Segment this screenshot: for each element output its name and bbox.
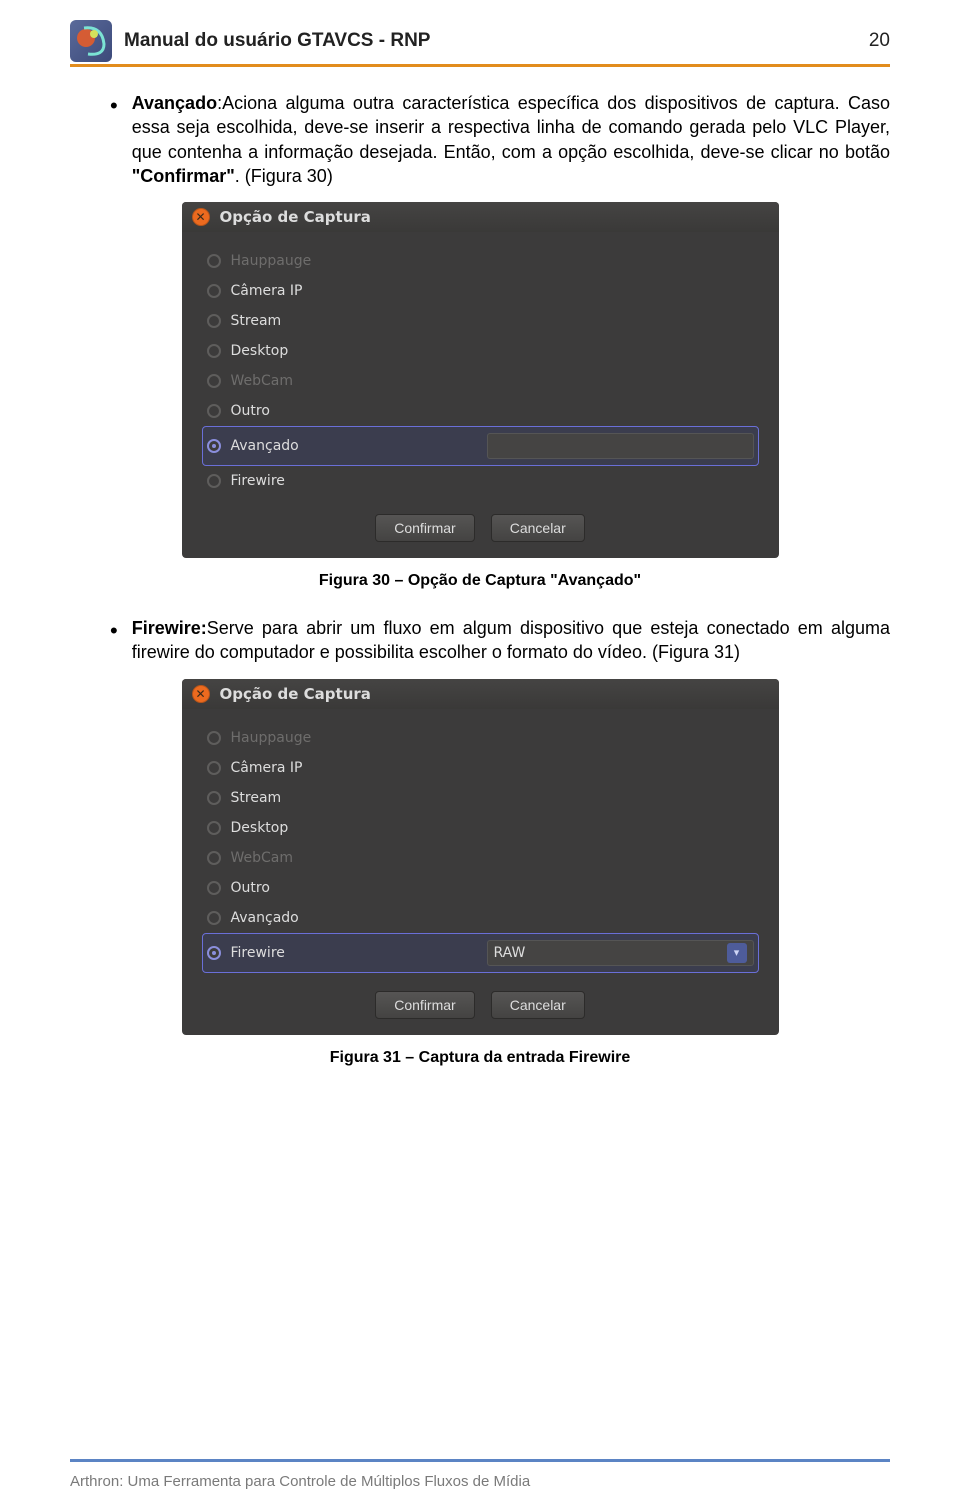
radio-icon[interactable] [207,404,221,418]
dialog2-title: Opção de Captura [220,685,371,703]
close-icon[interactable]: ✕ [192,685,210,703]
radio-option-hauppauge[interactable]: Hauppauge [202,246,759,276]
bullet-paragraph-firewire: • Firewire:Serve para abrir um fluxo em … [110,616,890,665]
firewire-format-select[interactable]: RAW ▾ [487,940,754,966]
para1-rest2: . (Figura 30) [235,166,333,186]
footer-rule [70,1459,890,1462]
dialog1-title: Opção de Captura [220,208,371,226]
footer-text: Arthron: Uma Ferramenta para Controle de… [70,1473,530,1490]
capture-dialog-2: ✕ Opção de Captura Hauppauge Câmera IP Str… [182,679,779,1035]
radio-icon[interactable] [207,439,221,453]
figure-31-caption: Figura 31 – Captura da entrada Firewire [70,1049,890,1067]
radio-icon[interactable] [207,761,221,775]
radio-option-desktop[interactable]: Desktop [202,813,759,843]
radio-option-stream[interactable]: Stream [202,783,759,813]
cancel-button[interactable]: Cancelar [491,514,585,542]
cancel-button[interactable]: Cancelar [491,991,585,1019]
radio-icon[interactable] [207,474,221,488]
radio-icon[interactable] [207,731,221,745]
radio-icon[interactable] [207,821,221,835]
radio-icon[interactable] [207,791,221,805]
dialog1-titlebar: ✕ Opção de Captura [182,202,779,232]
dialog1-body: Hauppauge Câmera IP Stream Desktop WebCam Out… [182,232,779,558]
radio-icon[interactable] [207,851,221,865]
radio-label: Firewire [231,945,285,961]
radio-option-desktop[interactable]: Desktop [202,336,759,366]
para2-lead: Firewire: [132,618,207,638]
radio-label: Stream [231,790,282,806]
header-title: Manual do usuário GTAVCS - RNP [124,30,857,52]
confirm-button[interactable]: Confirmar [375,991,474,1019]
radio-label: Câmera IP [231,283,303,299]
radio-option-outro[interactable]: Outro [202,873,759,903]
para1-mid: "Confirmar" [132,166,235,186]
radio-label: Avançado [231,438,299,454]
radio-option-stream[interactable]: Stream [202,306,759,336]
page-number: 20 [869,30,890,52]
radio-option-câmera-ip[interactable]: Câmera IP [202,276,759,306]
radio-label: Stream [231,313,282,329]
chevron-down-icon[interactable]: ▾ [727,943,747,963]
radio-option-webcam[interactable]: WebCam [202,843,759,873]
radio-icon[interactable] [207,881,221,895]
radio-icon[interactable] [207,946,221,960]
radio-label: Câmera IP [231,760,303,776]
radio-option-hauppauge[interactable]: Hauppauge [202,723,759,753]
radio-label: WebCam [231,373,294,389]
bullet-icon: • [110,620,118,642]
confirm-button[interactable]: Confirmar [375,514,474,542]
radio-label: Firewire [231,473,285,489]
advanced-command-input[interactable] [487,433,754,459]
radio-icon[interactable] [207,284,221,298]
radio-option-firewire[interactable]: Firewire RAW ▾ [202,933,759,973]
radio-label: Desktop [231,820,289,836]
radio-label: Avançado [231,910,299,926]
radio-option-webcam[interactable]: WebCam [202,366,759,396]
radio-label: Outro [231,880,270,896]
radio-option-outro[interactable]: Outro [202,396,759,426]
bullet-icon: • [110,95,118,117]
header-rule [70,64,890,67]
radio-label: Desktop [231,343,289,359]
radio-icon[interactable] [207,254,221,268]
radio-label: WebCam [231,850,294,866]
figure-30-caption: Figura 30 – Opção de Captura "Avançado" [70,572,890,590]
radio-icon[interactable] [207,374,221,388]
radio-label: Hauppauge [231,253,312,269]
radio-option-firewire[interactable]: Firewire [202,466,759,496]
capture-dialog-1: ✕ Opção de Captura Hauppauge Câmera IP Str… [182,202,779,558]
select-value: RAW [494,945,526,961]
para1-lead: Avançado [132,93,217,113]
page-header: Manual do usuário GTAVCS - RNP 20 [70,20,890,62]
para1-rest1: :Aciona alguma outra característica espe… [132,93,890,162]
radio-option-câmera-ip[interactable]: Câmera IP [202,753,759,783]
radio-icon[interactable] [207,344,221,358]
close-icon[interactable]: ✕ [192,208,210,226]
para2-rest1: Serve para abrir um fluxo em algum dispo… [132,618,890,662]
radio-option-avançado[interactable]: Avançado [202,426,759,466]
radio-label: Outro [231,403,270,419]
radio-option-avançado[interactable]: Avançado [202,903,759,933]
dialog2-titlebar: ✕ Opção de Captura [182,679,779,709]
bullet-paragraph-avancado: • Avançado:Aciona alguma outra caracterí… [110,91,890,188]
radio-icon[interactable] [207,911,221,925]
radio-icon[interactable] [207,314,221,328]
radio-label: Hauppauge [231,730,312,746]
dialog2-body: Hauppauge Câmera IP Stream Desktop WebCam Out… [182,709,779,1035]
logo-icon [70,20,112,62]
